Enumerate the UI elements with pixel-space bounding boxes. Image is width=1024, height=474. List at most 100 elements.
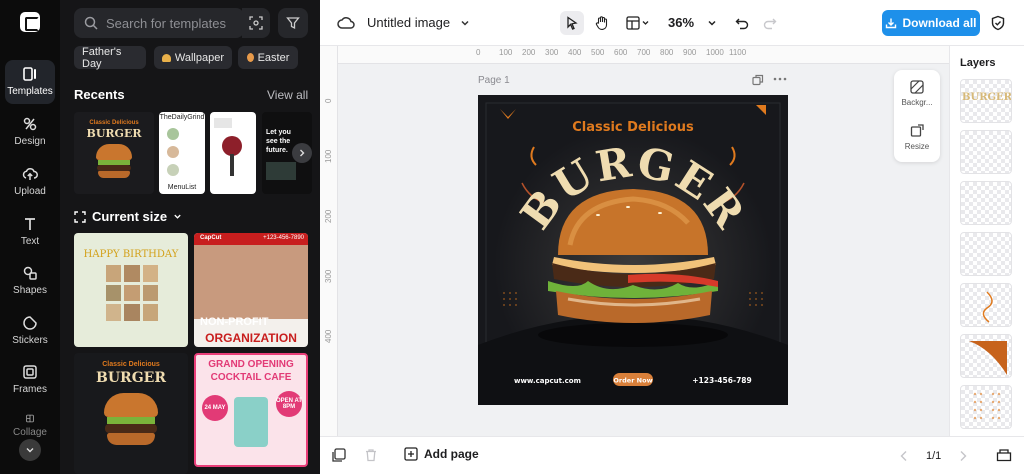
ruler-tick-label: 600 — [614, 48, 628, 57]
ruler-tick-label: 1100 — [729, 48, 747, 57]
illustration-image — [222, 136, 242, 156]
sidebar-item-label: Shapes — [13, 285, 47, 296]
layer-item-swirl[interactable] — [960, 283, 1012, 327]
sidebar-item-stickers[interactable]: Stickers — [5, 309, 55, 353]
background-tool[interactable]: Backgr... — [894, 80, 940, 107]
layer-item-corner[interactable] — [960, 334, 1012, 378]
chip-wallpaper[interactable]: Wallpaper — [154, 46, 232, 69]
redo-button[interactable] — [758, 11, 782, 35]
sidebar-item-collage[interactable]: Collage — [5, 408, 55, 438]
zoom-dropdown-button[interactable] — [700, 11, 724, 35]
current-size-header[interactable]: Current size — [74, 209, 182, 224]
card-subtitle: Classic Delicious — [102, 361, 160, 368]
layers-title: Layers — [960, 57, 996, 69]
app-logo[interactable] — [20, 12, 40, 32]
search-input[interactable] — [106, 15, 236, 31]
search-icon — [84, 16, 98, 30]
previous-page-button[interactable] — [899, 450, 909, 462]
ruler-tick-label: 400 — [324, 329, 333, 343]
template-card-cocktail[interactable]: GRAND OPENING COCKTAIL CAFE 24 MAY OPEN … — [194, 353, 308, 467]
chevron-down-icon — [174, 214, 181, 219]
upload-icon — [22, 167, 38, 180]
burger-image — [104, 393, 158, 445]
recent-template-illustration[interactable] — [210, 112, 256, 194]
download-icon — [886, 18, 897, 29]
image-search-button[interactable] — [242, 8, 270, 38]
template-card-burger[interactable]: Classic Delicious BURGER — [74, 353, 188, 474]
select-tool-button[interactable] — [560, 11, 584, 35]
layer-preview-text: BURGER — [962, 92, 1012, 103]
recents-next-button[interactable] — [292, 143, 312, 163]
poster-phone: +123-456-789 — [692, 376, 751, 385]
sidebar-item-design[interactable]: Design — [5, 110, 55, 154]
recents-title: Recents — [74, 87, 125, 102]
chip-easter[interactable]: Easter — [238, 46, 298, 69]
layers-panel: Layers BURGER — [949, 46, 1024, 436]
ruler-tick-label: 200 — [522, 48, 536, 57]
collapse-button[interactable] — [19, 439, 41, 461]
next-page-button[interactable] — [958, 450, 968, 462]
document-title[interactable]: Untitled image — [367, 15, 470, 30]
zoom-level[interactable]: 36% — [668, 15, 694, 30]
corner-preview — [969, 341, 1007, 375]
chevron-down-icon — [461, 20, 469, 26]
undo-icon — [735, 18, 749, 30]
recent-template-burger[interactable]: Classic Delicious BURGER — [74, 112, 154, 194]
ruler-tick-label: 200 — [324, 209, 333, 223]
page-manager-button[interactable] — [332, 448, 346, 462]
sidebar-item-frames[interactable]: Frames — [5, 358, 55, 402]
layer-item-phone[interactable] — [960, 232, 1012, 276]
recent-template-menu[interactable]: TheDailyGrind MenuList — [159, 112, 205, 194]
shield-button[interactable] — [986, 11, 1010, 35]
chip-label: Wallpaper — [174, 51, 224, 64]
sidebar-item-upload[interactable]: Upload — [5, 160, 55, 204]
filter-button[interactable] — [278, 8, 308, 38]
ruler-tick-label: 1000 — [706, 48, 724, 57]
undo-button[interactable] — [730, 11, 754, 35]
chip-label: Father's Day — [82, 45, 122, 70]
sidebar-item-text[interactable]: Text — [5, 210, 55, 254]
page-more-button[interactable] — [773, 73, 787, 85]
scan-image-icon — [249, 16, 263, 30]
templates-icon — [23, 67, 36, 81]
layer-item-subtitle[interactable] — [960, 130, 1012, 174]
design-canvas[interactable]: Classic Delicious BURGER www.capcut.com … — [478, 95, 788, 405]
hand-tool-button[interactable] — [590, 11, 614, 35]
workspace[interactable]: 0 100 200 300 400 500 600 700 800 900 1000 1100 0 10… — [320, 46, 949, 436]
page-settings-button[interactable] — [996, 448, 1012, 462]
thumb-title: BURGER — [86, 127, 142, 140]
chip-fathers-day[interactable]: Father's Day — [74, 45, 146, 70]
view-all-link[interactable]: View all — [267, 88, 308, 102]
ruler-tick-label: 0 — [324, 98, 333, 103]
template-card-nonprofit[interactable]: CapCut +123-456-7890 NON-PROFIT ORGANIZA… — [194, 233, 308, 347]
layer-item-website[interactable] — [960, 181, 1012, 225]
thumb-subtitle: MenuList — [167, 184, 197, 191]
thumb-subtitle: Classic Delicious — [89, 120, 139, 126]
duplicate-page-button[interactable] — [752, 74, 764, 86]
sidebar-item-shapes[interactable]: Shapes — [5, 259, 55, 303]
sidebar-item-label: Collage — [13, 427, 47, 438]
shield-icon — [991, 15, 1005, 31]
photo-grid — [106, 265, 158, 321]
background-icon — [910, 80, 924, 94]
resize-tool[interactable]: Resize — [894, 124, 940, 151]
sidebar-item-templates[interactable]: Templates — [5, 60, 55, 104]
cloud-save-button[interactable] — [334, 11, 358, 35]
ruler-tick-label: 700 — [637, 48, 651, 57]
add-page-button[interactable]: Add page — [404, 447, 479, 461]
filter-icon — [286, 17, 300, 30]
page-label: Page 1 — [478, 75, 510, 86]
stickers-icon — [23, 316, 37, 330]
delete-page-button[interactable] — [364, 448, 378, 462]
layer-item-title[interactable]: BURGER — [960, 79, 1012, 123]
ruler-tick-label: 100 — [324, 149, 333, 163]
order-now-label: Order Now — [613, 377, 652, 385]
card-title: NON-PROFIT — [200, 316, 269, 328]
resize-tool-label: Resize — [904, 142, 930, 151]
download-all-button[interactable]: Download all — [882, 10, 980, 36]
template-card-birthday[interactable]: HAPPY BIRTHDAY — [74, 233, 188, 347]
document-title-text: Untitled image — [367, 15, 451, 30]
layout-button[interactable] — [622, 11, 654, 35]
layer-item-dots[interactable] — [960, 385, 1012, 429]
redo-icon — [763, 18, 777, 30]
